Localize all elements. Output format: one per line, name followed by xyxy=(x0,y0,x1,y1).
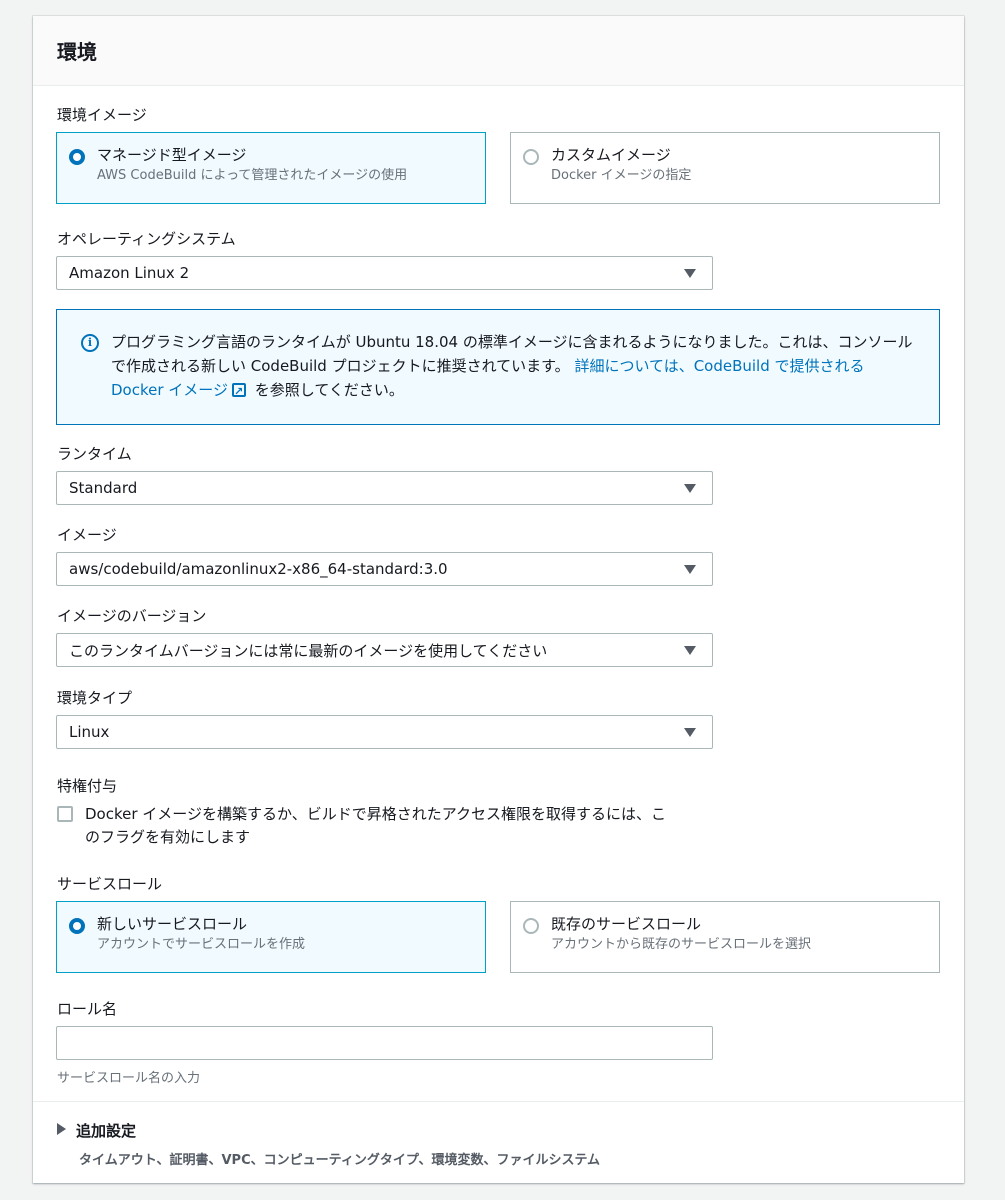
privileged-checkbox-line2: のフラグを有効にします xyxy=(85,828,251,846)
custom-image-title: カスタムイメージ xyxy=(551,146,671,164)
managed-image-tile[interactable]: マネージド型イメージ AWS CodeBuild によって管理されたイメージの使… xyxy=(56,132,486,204)
image-version-select-value: このランタイムバージョンには常に最新のイメージを使用してください xyxy=(69,641,548,660)
new-service-role-radio[interactable] xyxy=(69,918,85,934)
os-select-value: Amazon Linux 2 xyxy=(69,264,190,282)
role-name-input[interactable] xyxy=(56,1026,713,1060)
existing-service-role-desc: アカウントから既存のサービスロールを選択 xyxy=(551,937,812,952)
privileged-checkbox-label: Docker イメージを構築するか、ビルドで昇格されたアクセス権限を取得するには… xyxy=(85,803,725,849)
env-type-select[interactable]: Linux xyxy=(56,715,713,749)
runtime-select[interactable]: Standard xyxy=(56,471,713,505)
info-icon: i xyxy=(81,334,99,352)
caret-down-icon xyxy=(684,269,696,278)
image-select-value: aws/codebuild/amazonlinux2-x86_64-standa… xyxy=(69,560,448,578)
image-version-label: イメージのバージョン xyxy=(57,607,207,625)
additional-settings-desc: タイムアウト、証明書、VPC、コンピューティングタイプ、環境変数、ファイルシステ… xyxy=(79,1153,601,1168)
privileged-label: 特権付与 xyxy=(57,777,118,795)
image-select[interactable]: aws/codebuild/amazonlinux2-x86_64-standa… xyxy=(56,552,713,586)
panel-title: 環境 xyxy=(57,40,97,64)
caret-down-icon xyxy=(684,646,696,655)
runtime-select-value: Standard xyxy=(69,479,138,497)
existing-service-role-tile[interactable]: 既存のサービスロール アカウントから既存のサービスロールを選択 xyxy=(510,901,940,973)
managed-image-title: マネージド型イメージ xyxy=(97,146,247,164)
expand-caret-icon xyxy=(57,1123,66,1135)
new-service-role-title: 新しいサービスロール xyxy=(97,915,248,933)
env-type-select-value: Linux xyxy=(69,723,110,741)
additional-settings-expander[interactable]: 追加設定 タイムアウト、証明書、VPC、コンピューティングタイプ、環境変数、ファ… xyxy=(33,1101,964,1183)
caret-down-icon xyxy=(684,565,696,574)
image-version-select[interactable]: このランタイムバージョンには常に最新のイメージを使用してください xyxy=(56,633,713,667)
service-role-label: サービスロール xyxy=(57,875,163,893)
panel-header: 環境 xyxy=(33,16,964,86)
new-service-role-desc: アカウントでサービスロールを作成 xyxy=(97,937,306,952)
new-service-role-tile[interactable]: 新しいサービスロール アカウントでサービスロールを作成 xyxy=(56,901,486,973)
os-select[interactable]: Amazon Linux 2 xyxy=(56,256,713,290)
caret-down-icon xyxy=(684,728,696,737)
role-name-hint: サービスロール名の入力 xyxy=(57,1071,201,1086)
env-type-label: 環境タイプ xyxy=(57,689,133,707)
custom-image-tile[interactable]: カスタムイメージ Docker イメージの指定 xyxy=(510,132,940,204)
managed-image-desc: AWS CodeBuild によって管理されたイメージの使用 xyxy=(97,168,408,183)
privileged-checkbox[interactable] xyxy=(57,806,73,822)
existing-service-role-title: 既存のサービスロール xyxy=(551,915,702,933)
managed-image-radio[interactable] xyxy=(69,149,85,165)
custom-image-radio[interactable] xyxy=(523,149,539,165)
role-name-label: ロール名 xyxy=(57,1000,118,1018)
additional-settings-title: 追加設定 xyxy=(76,1122,137,1140)
image-label: イメージ xyxy=(57,526,117,544)
info-suffix: を参照してください。 xyxy=(254,381,404,399)
os-label: オペレーティングシステム xyxy=(57,230,236,248)
runtime-label: ランタイム xyxy=(57,445,132,463)
custom-image-desc: Docker イメージの指定 xyxy=(551,168,692,183)
env-image-label: 環境イメージ xyxy=(57,106,147,124)
external-link-icon xyxy=(232,380,246,404)
info-alert: i プログラミング言語のランタイムが Ubuntu 18.04 の標準イメージに… xyxy=(56,309,940,425)
privileged-checkbox-line1: Docker イメージを構築するか、ビルドで昇格されたアクセス権限を取得するには… xyxy=(85,805,666,823)
environment-panel: 環境 環境イメージ マネージド型イメージ AWS CodeBuild によって管… xyxy=(33,16,964,1183)
existing-service-role-radio[interactable] xyxy=(523,918,539,934)
caret-down-icon xyxy=(684,484,696,493)
